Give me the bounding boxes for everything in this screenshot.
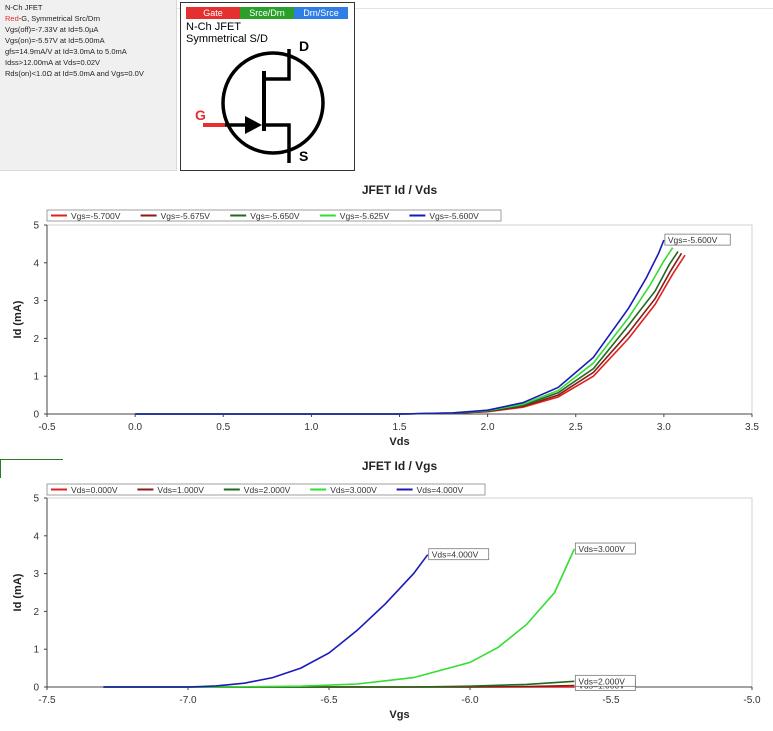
plot-area	[46, 497, 753, 688]
end-label-4: Vgs=-5.600V	[664, 233, 731, 246]
y-tick-label-5: 5	[33, 221, 39, 232]
chart-title: JFET Id / Vgs	[362, 459, 438, 473]
legend-label-1: Vgs=-5.675V	[161, 211, 211, 221]
legend-label-3: Vgs=-5.625V	[340, 211, 390, 221]
series-line-3	[135, 247, 674, 415]
id-vds-chart: JFET Id / VdsVgs=-5.700V Vgs=-5.675V Vgs=-…	[12, 183, 759, 448]
pin-color-desc: -G, Symmetrical Src/Drn	[18, 14, 101, 23]
y-tick-label-3: 3	[33, 569, 39, 580]
chart-title: JFET Id / Vds	[362, 183, 438, 197]
id-vgs-chart: JFET Id / Vgs Vds=0.000V Vds=1.000V Vds=2.0…	[12, 459, 761, 721]
legend-label-2: Vgs=-5.650V	[250, 211, 300, 221]
vgs-on-spec: Vgs(on)=-5.57V at Id=5.00mA	[5, 36, 105, 45]
x-tick-label-3: 1.0	[304, 422, 318, 433]
red-label: Red	[5, 14, 19, 23]
device-type-text: N-Ch JFET	[5, 3, 43, 12]
y-axis-label: Id (mA)	[12, 573, 24, 611]
legend-label-3: Vds=3.000V	[330, 485, 377, 495]
legend-label-0: Vds=0.000V	[71, 485, 118, 495]
y-axis-label: Id (mA)	[12, 300, 24, 338]
x-tick-label-1: 0.0	[128, 422, 142, 433]
y-tick-label-4: 4	[33, 531, 39, 542]
x-tick-label-4: -5.5	[602, 695, 620, 706]
y-tick-label-1: 1	[33, 645, 39, 656]
legend-label-4: Vgs=-5.600V	[429, 211, 479, 221]
x-tick-label-6: 2.5	[569, 422, 583, 433]
x-tick-label-3: -6.0	[461, 695, 479, 706]
y-tick-label-3: 3	[33, 296, 39, 307]
plot-area	[46, 224, 753, 415]
jfet-symbol-icon: D S G	[195, 38, 325, 164]
x-tick-label-8: 3.5	[745, 422, 759, 433]
series-line-0	[135, 254, 686, 415]
x-tick-label-2: 0.5	[216, 422, 230, 433]
end-label-3: Vds=3.000V	[574, 542, 636, 555]
y-tick-label-0: 0	[33, 410, 39, 421]
x-axis-label: Vds	[389, 436, 409, 448]
x-tick-label-5: -5.0	[743, 695, 761, 706]
pin-color-note: Red-G, Symmetrical Src/Drn	[5, 14, 100, 24]
legend-label-2: Vds=2.000V	[244, 485, 291, 495]
end-label-4: Vds=4.000V	[428, 548, 490, 561]
end-label-text-4: Vds=4.000V	[432, 550, 479, 560]
jfet-symbol-panel: Gate Srce/Drn Drn/Srce N-Ch JFET Symmetr…	[180, 2, 355, 171]
vgs-off-spec: Vgs(off)=-7.33V at Id=5.0µA	[5, 25, 99, 34]
x-tick-label-5: 2.0	[481, 422, 495, 433]
source-pin-label: S	[299, 148, 308, 164]
idss-spec: Idss>12.00mA at Vds=0.02V	[5, 58, 101, 67]
legend-label-1: Vds=1.000V	[157, 485, 204, 495]
end-label-text-2: Vds=2.000V	[578, 676, 625, 686]
y-tick-label-4: 4	[33, 258, 39, 269]
legend: Vds=0.000V Vds=1.000V Vds=2.000V Vds=3.000V…	[46, 483, 486, 496]
gate-pin-label: G	[195, 107, 206, 123]
series-line-4	[103, 554, 429, 688]
x-axis-label: Vgs	[389, 709, 409, 721]
device-info-panel: N-Ch JFET Red-G, Symmetrical Src/Drn Vgs…	[0, 0, 177, 171]
series-line-3	[103, 548, 576, 688]
series-line-2	[135, 251, 679, 415]
series-line-4	[135, 239, 665, 415]
rds-on-spec: Rds(on)<1.0Ω at Id=5.0mA and Vgs=0.0V	[5, 69, 144, 78]
legend-label-0: Vgs=-5.700V	[71, 211, 121, 221]
y-tick-label-5: 5	[33, 494, 39, 505]
end-label-text-4: Vgs=-5.600V	[668, 235, 718, 245]
y-tick-label-2: 2	[33, 607, 39, 618]
x-tick-label-1: -7.0	[179, 695, 197, 706]
end-label-2: Vds=2.000V	[574, 674, 636, 687]
x-tick-label-2: -6.5	[320, 695, 338, 706]
series-line-1	[135, 252, 683, 415]
legend-label-4: Vds=4.000V	[417, 485, 464, 495]
drain-pin-label: D	[299, 38, 309, 54]
y-tick-label-1: 1	[33, 372, 39, 383]
x-tick-label-0: -0.5	[38, 422, 56, 433]
y-tick-label-0: 0	[33, 683, 39, 694]
x-tick-label-7: 3.0	[657, 422, 671, 433]
y-tick-label-2: 2	[33, 334, 39, 345]
end-label-text-3: Vds=3.000V	[578, 544, 625, 554]
legend: Vgs=-5.700V Vgs=-5.675V Vgs=-5.650V Vgs=-5.…	[46, 209, 502, 222]
x-tick-label-0: -7.5	[38, 695, 56, 706]
gfs-spec: gfs=14.9mA/V at Id=3.0mA to 5.0mA	[5, 47, 127, 56]
x-tick-label-4: 1.5	[393, 422, 407, 433]
